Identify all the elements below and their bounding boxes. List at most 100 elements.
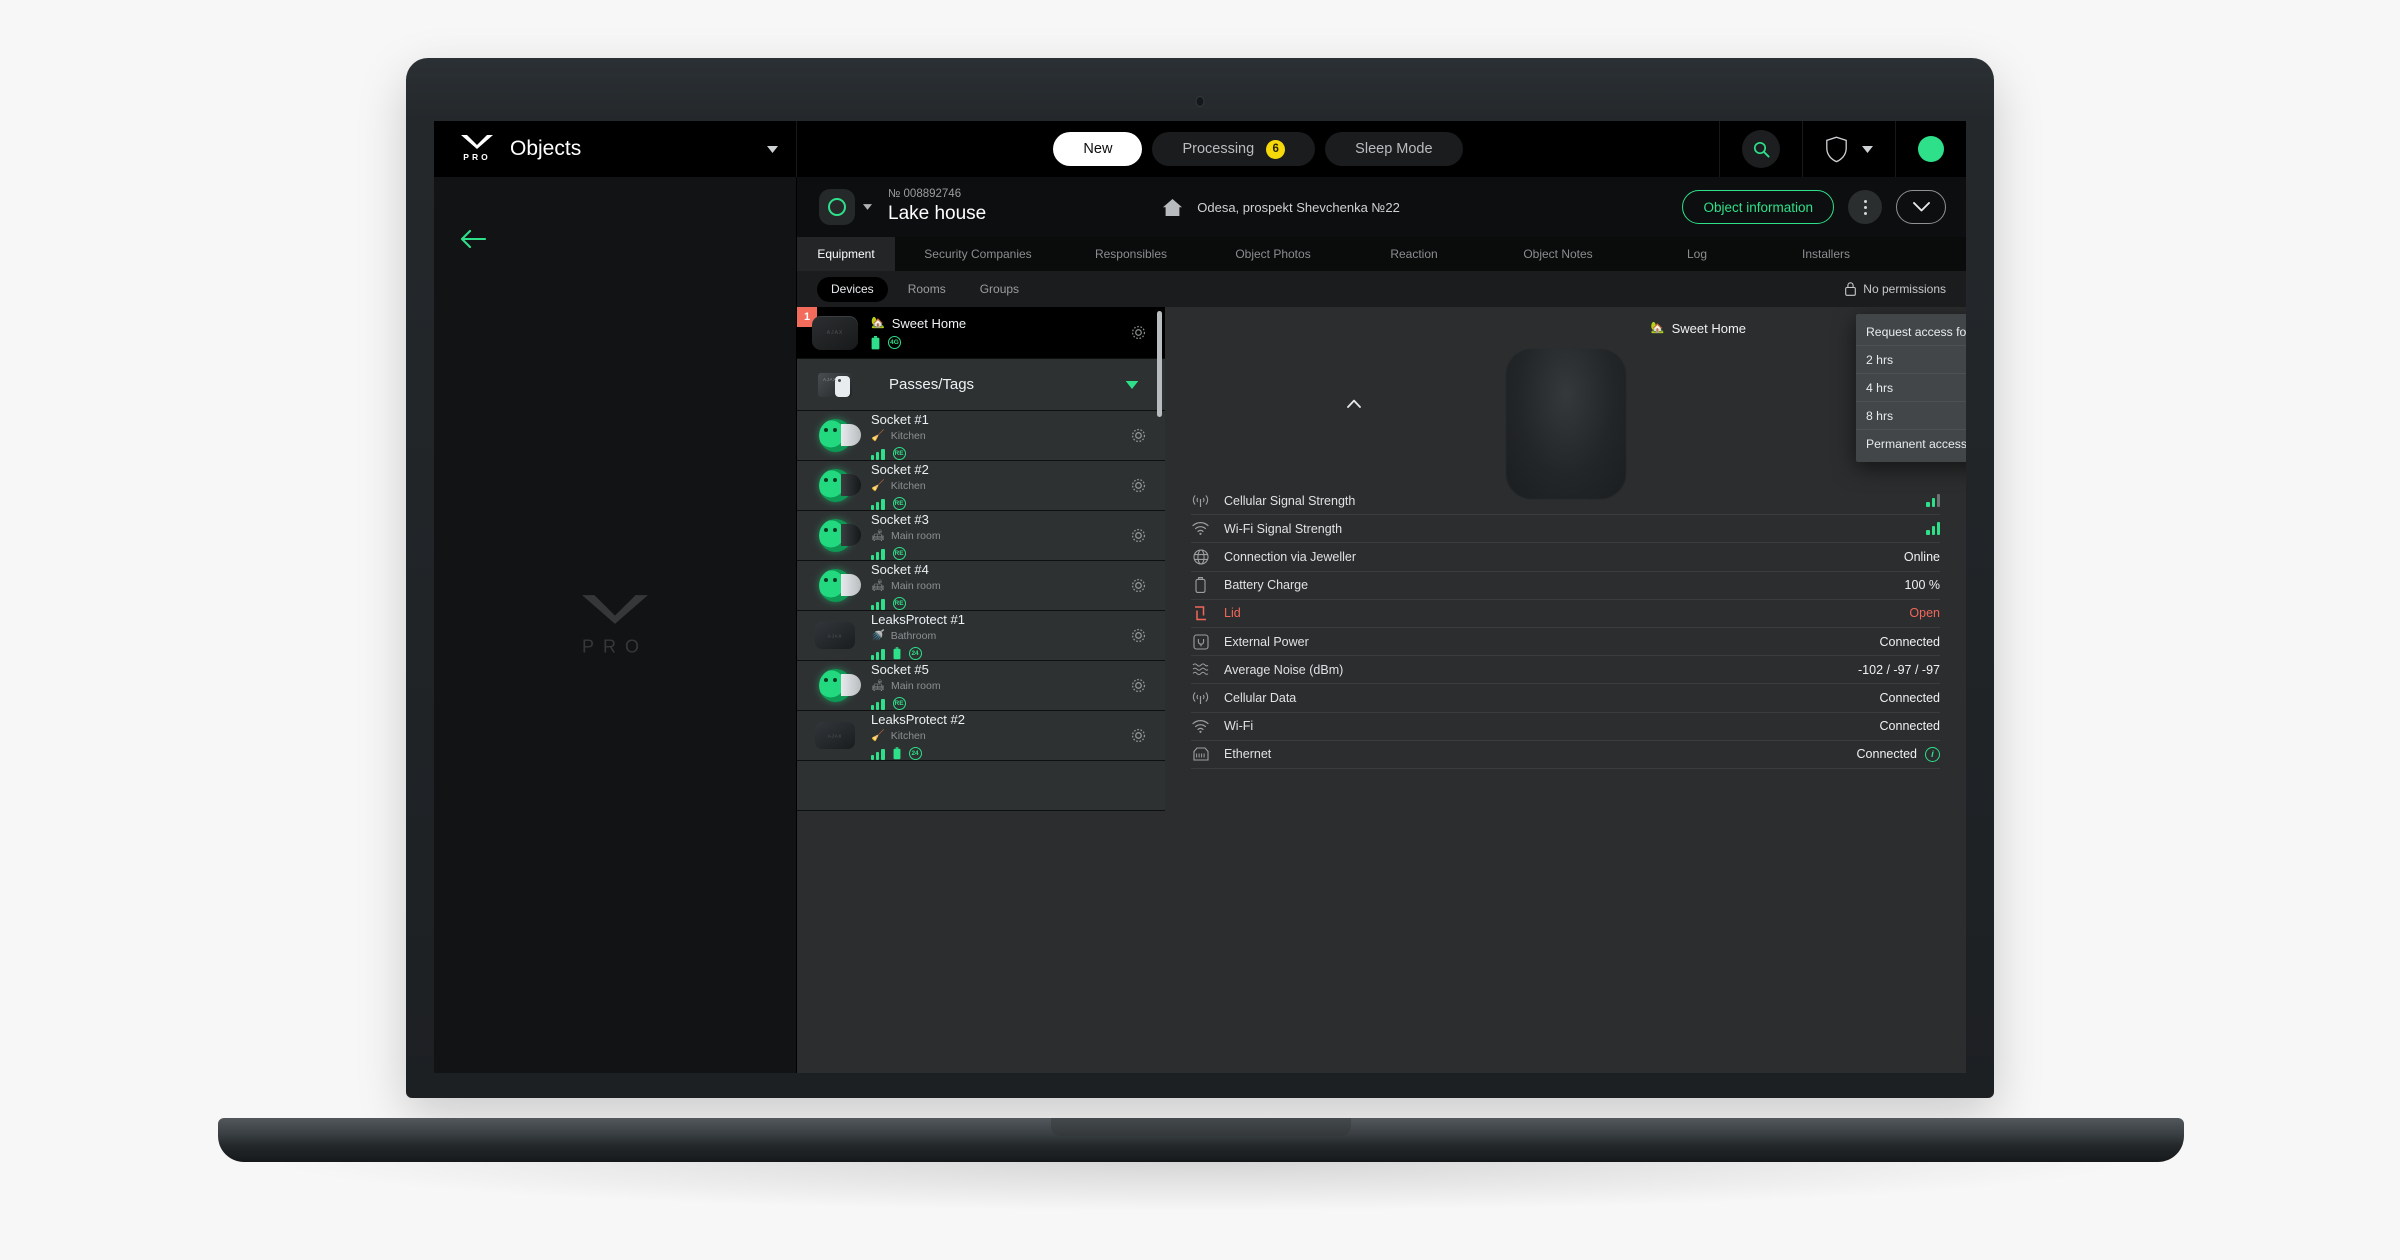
more-options-button[interactable]	[1848, 190, 1882, 224]
tab-object-photos[interactable]: Object Photos	[1201, 237, 1345, 271]
device-room: 🧹 Kitchen	[871, 479, 1118, 494]
subtab-rooms[interactable]: Rooms	[894, 277, 960, 302]
brand-menu[interactable]: PRO Objects	[434, 121, 797, 177]
avatar[interactable]	[1918, 136, 1944, 162]
chevron-down-icon[interactable]	[767, 145, 778, 153]
wifi-icon	[1191, 719, 1210, 733]
device-name: Socket #2	[871, 461, 929, 477]
menu-item-4-hrs[interactable]: 4 hrs	[1856, 374, 1966, 402]
lid-icon	[1191, 606, 1210, 621]
tab-security-companies[interactable]: Security Companies	[895, 237, 1061, 271]
signal-strength-icon	[871, 497, 885, 511]
gear-icon[interactable]	[1130, 727, 1147, 744]
device-name: Socket #3	[871, 511, 929, 527]
signal-strength-icon	[1926, 494, 1940, 508]
menu-item-request-access-1-hour[interactable]: Request access for 1 hour	[1856, 318, 1966, 346]
list-item[interactable]: LeaksProtect #2 🧹 Kitchen	[797, 711, 1165, 761]
gear-icon[interactable]	[1130, 677, 1147, 694]
request-access-menu[interactable]: Request access for 1 hour 2 hrs 4 hrs 8 …	[1856, 314, 1966, 462]
socket-device-image	[818, 469, 861, 502]
subtab-devices[interactable]: Devices	[817, 276, 888, 302]
search-cell[interactable]	[1719, 121, 1802, 177]
search-icon	[1753, 141, 1770, 158]
subtab-groups[interactable]: Groups	[966, 277, 1033, 302]
device-info: Socket #1 🧹 Kitchen RE	[871, 411, 1118, 461]
security-cell[interactable]	[1802, 121, 1895, 177]
tab-responsibles[interactable]: Responsibles	[1061, 237, 1201, 271]
property-row-connection-via-jeweller: Connection via Jeweller Online	[1191, 543, 1940, 572]
filter-tab-processing[interactable]: Processing 6	[1152, 132, 1316, 166]
back-arrow-icon[interactable]	[460, 229, 486, 249]
device-room: 🛋 Main room	[871, 579, 1118, 594]
list-item[interactable]: 1 🏡 Sweet Home	[797, 307, 1165, 359]
gear-icon[interactable]	[1130, 427, 1147, 444]
property-label: Wi-Fi Signal Strength	[1224, 521, 1343, 536]
globe-icon	[1191, 549, 1210, 565]
gear-icon[interactable]	[1130, 577, 1147, 594]
filter-tab-processing-label: Processing	[1182, 141, 1255, 157]
always-active-badge-24: 24	[908, 747, 922, 761]
list-item[interactable]: Socket #4 🛋 Main room RE	[797, 561, 1165, 611]
filter-tab-new[interactable]: New	[1053, 132, 1143, 166]
list-item[interactable]	[797, 761, 1165, 811]
property-row-lid: Lid Open	[1191, 600, 1940, 628]
chevron-down-icon[interactable]	[1862, 145, 1873, 153]
tab-log[interactable]: Log	[1633, 237, 1761, 271]
gear-icon[interactable]	[1130, 477, 1147, 494]
list-item[interactable]: Socket #3 🛋 Main room RE	[797, 511, 1165, 561]
status-filter-segmented: New Processing 6 Sleep Mode	[1053, 132, 1463, 166]
list-item[interactable]: Passes/Tags	[797, 359, 1165, 411]
device-name: Socket #4	[871, 561, 929, 577]
expand-button[interactable]	[1896, 190, 1946, 224]
info-icon[interactable]: i	[1925, 746, 1940, 762]
battery-icon	[893, 647, 901, 660]
device-list[interactable]: 1 🏡 Sweet Home	[797, 307, 1165, 1073]
list-item[interactable]: Socket #5 🛋 Main room RE	[797, 661, 1165, 711]
property-row-cellular-data: Cellular Data Connected	[1191, 684, 1940, 713]
leaksprotect-device-image	[815, 722, 855, 749]
property-value: Online	[1903, 549, 1940, 564]
top-bar-right	[1719, 121, 1966, 177]
signal-strength-icon	[871, 747, 885, 761]
device-badges: RE	[871, 547, 1118, 561]
menu-item-2-hrs[interactable]: 2 hrs	[1856, 346, 1966, 374]
list-item[interactable]: Socket #1 🧹 Kitchen RE	[797, 411, 1165, 461]
menu-item-8-hrs[interactable]: 8 hrs	[1856, 402, 1966, 430]
tab-object-notes[interactable]: Object Notes	[1483, 237, 1633, 271]
gear-icon[interactable]	[1130, 324, 1147, 341]
tab-equipment[interactable]: Equipment	[797, 237, 895, 271]
no-permissions-indicator[interactable]: No permissions	[1845, 282, 1946, 296]
room-emoji-icon: 🛋	[871, 680, 885, 693]
list-item[interactable]: LeaksProtect #1 🚿 Bathroom	[797, 611, 1165, 661]
device-list-scrollbar[interactable]	[1157, 311, 1162, 417]
gear-icon[interactable]	[1130, 527, 1147, 544]
object-address-text: Odesa, prospekt Shevchenka №22	[1197, 199, 1400, 215]
search-button[interactable]	[1742, 130, 1780, 168]
property-label: Cellular Data	[1224, 690, 1297, 705]
menu-item-permanent-access[interactable]: Permanent access	[1856, 430, 1966, 458]
tab-installers[interactable]: Installers	[1761, 237, 1891, 271]
property-value	[1926, 522, 1940, 536]
chevron-up-icon[interactable]	[1347, 399, 1361, 408]
gear-icon[interactable]	[1130, 627, 1147, 644]
object-tabs: Equipment Security Companies Responsible…	[797, 237, 1966, 271]
ajax-pro-logo-icon: PRO	[460, 134, 494, 164]
list-item[interactable]: Socket #2 🧹 Kitchen RE	[797, 461, 1165, 511]
cellular-icon	[1191, 494, 1210, 508]
device-properties-list: Cellular Signal Strength Wi-Fi Signal St…	[1165, 487, 1966, 1073]
chevron-down-icon[interactable]	[1125, 380, 1139, 389]
filter-tab-new-label: New	[1083, 141, 1113, 157]
chevron-down-icon[interactable]	[863, 204, 872, 210]
left-sidebar: PRO	[434, 177, 797, 1073]
filter-tab-sleep-mode[interactable]: Sleep Mode	[1325, 132, 1463, 166]
room-emoji-icon: 🛋	[871, 580, 885, 593]
property-label: Battery Charge	[1224, 578, 1309, 593]
sidebar-watermark: PRO	[580, 593, 650, 658]
socket-device-image	[818, 669, 861, 702]
property-label: Ethernet	[1224, 747, 1272, 762]
object-status-icon[interactable]	[819, 189, 855, 225]
account-cell[interactable]	[1895, 121, 1966, 177]
tab-reaction[interactable]: Reaction	[1345, 237, 1483, 271]
chevron-logo-icon	[461, 135, 493, 149]
object-information-button[interactable]: Object information	[1682, 190, 1834, 224]
